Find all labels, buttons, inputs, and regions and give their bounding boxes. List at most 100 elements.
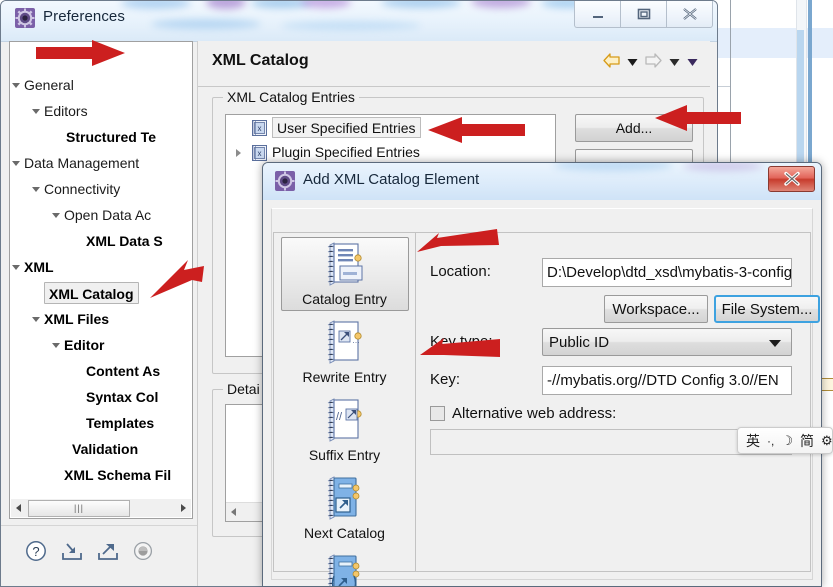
dialog-close-button[interactable] — [768, 166, 815, 192]
location-input[interactable]: D:\Develop\dtd_xsd\mybatis-3-config.dt — [542, 258, 792, 287]
entry-form: Location: D:\Develop\dtd_xsd\mybatis-3-c… — [415, 232, 820, 572]
aero-smudge — [301, 1, 351, 8]
svg-text:x: x — [258, 124, 262, 133]
tree-item-label: Open Data Ac — [64, 207, 152, 223]
back-dropdown-icon[interactable] — [627, 54, 638, 72]
expand-arrow-icon[interactable] — [32, 109, 40, 114]
page-title: XML Catalog — [212, 52, 309, 69]
tree-item-label: Templates — [86, 415, 155, 431]
aero-smudge — [206, 1, 246, 9]
scroll-left-icon[interactable] — [11, 500, 27, 516]
sidebar-item-open-data-ac[interactable]: Open Data Ac — [10, 202, 192, 228]
sidebar-item-content-as[interactable]: Content As — [10, 358, 192, 384]
scrollbar-thumb[interactable]: ||| — [28, 499, 130, 517]
key-input[interactable]: -//mybatis.org//DTD Config 3.0//EN — [542, 366, 792, 395]
entry-type-list[interactable]: Catalog Entry … Rewrite Entry // Suffix Entr… — [273, 232, 415, 586]
ime-mode-label[interactable]: 英 — [746, 431, 760, 451]
chevron-down-icon — [769, 340, 781, 347]
sidebar-item-connectivity[interactable]: Connectivity — [10, 176, 192, 202]
svg-text:x: x — [258, 149, 262, 158]
sidebar-item-validation[interactable]: Validation — [10, 436, 192, 462]
ime-toolbar[interactable]: 英 ·, ☽ 简 ⚙ — [737, 427, 833, 454]
desktop-highlight-band — [716, 28, 833, 58]
tree-item-label: General — [24, 77, 74, 93]
annotation-arrow-catalog — [150, 260, 204, 298]
alternative-web-address-checkbox[interactable] — [430, 406, 445, 421]
maximize-button[interactable] — [620, 1, 667, 28]
gear-icon — [275, 171, 295, 191]
export-icon[interactable] — [97, 540, 119, 567]
annotation-arrow-filter — [36, 40, 125, 66]
entry-type-rewrite-entry[interactable]: … Rewrite Entry — [281, 315, 409, 389]
key-label: Key: — [430, 371, 461, 388]
location-label: Location: — [430, 263, 491, 280]
rewrite-entry-icon: … — [324, 320, 366, 367]
file-system-button[interactable]: File System... — [714, 295, 820, 323]
entry-type-delegate-catalog[interactable] — [281, 549, 409, 586]
sidebar-item-editor[interactable]: Editor — [10, 332, 192, 358]
sidebar-item-syntax-col[interactable]: Syntax Col — [10, 384, 192, 410]
page-nav-icons — [603, 53, 698, 73]
entry-type-label: Catalog Entry — [302, 291, 387, 307]
sidebar-item-general[interactable]: General — [10, 72, 192, 98]
expand-arrow-icon[interactable] — [12, 265, 20, 270]
expand-arrow-icon[interactable] — [12, 161, 20, 166]
moon-icon[interactable]: ☽ — [781, 433, 793, 449]
forward-icon[interactable] — [645, 53, 662, 73]
ime-script-label[interactable]: 简 — [800, 431, 814, 451]
entry-type-next-catalog[interactable]: Next Catalog — [281, 471, 409, 545]
dialog-title: Add XML Catalog Element — [303, 171, 480, 188]
sidebar-item-structured-te[interactable]: Structured Te — [10, 124, 192, 150]
screen: Preferences General Editors Structured T… — [0, 0, 833, 587]
gear-icon[interactable]: ⚙ — [821, 433, 833, 449]
page-header: XML Catalog — [198, 41, 710, 87]
expand-arrow-icon[interactable] — [236, 149, 241, 157]
delegate-catalog-icon — [324, 554, 366, 586]
import-icon[interactable] — [61, 540, 83, 567]
scroll-left-icon[interactable] — [226, 504, 242, 520]
add-xml-catalog-element-dialog: Add XML Catalog Element Catalog Entry … Re… — [262, 162, 822, 587]
sidebar-item-xml-data-s[interactable]: XML Data S — [10, 228, 192, 254]
group-label: XML Catalog Entries — [223, 89, 359, 105]
restore-defaults-icon[interactable] — [133, 541, 153, 566]
entry-type-suffix-entry[interactable]: // Suffix Entry — [281, 393, 409, 467]
tree-item-label: XML Files — [44, 311, 110, 327]
close-button[interactable] — [666, 1, 713, 28]
alternative-web-address-row[interactable]: Alternative web address: — [430, 405, 616, 422]
annotation-arrow-entries — [428, 117, 525, 143]
back-icon[interactable] — [603, 53, 620, 73]
expand-arrow-icon[interactable] — [12, 83, 20, 88]
sidebar-item-editors[interactable]: Editors — [10, 98, 192, 124]
sidebar-item-templates[interactable]: Templates — [10, 410, 192, 436]
sidebar-item-xml-schema-fil[interactable]: XML Schema Fil — [10, 462, 192, 487]
expand-arrow-icon[interactable] — [52, 213, 60, 218]
entry-type-items[interactable]: Catalog Entry … Rewrite Entry // Suffix Entr… — [274, 237, 415, 586]
view-menu-icon[interactable] — [687, 54, 698, 72]
scroll-right-icon[interactable] — [175, 500, 191, 516]
desktop-small-icon — [821, 378, 833, 391]
preferences-titlebar[interactable]: Preferences — [1, 1, 717, 42]
expand-arrow-icon[interactable] — [32, 187, 40, 192]
key-type-select[interactable]: Public ID — [542, 328, 792, 356]
workspace-button[interactable]: Workspace... — [604, 295, 708, 323]
forward-dropdown-icon[interactable] — [669, 54, 680, 72]
sidebar-item-data-management[interactable]: Data Management — [10, 150, 192, 176]
dialog-titlebar[interactable]: Add XML Catalog Element — [263, 163, 821, 201]
entry-type-label: Suffix Entry — [308, 447, 381, 463]
dialog-body: Catalog Entry … Rewrite Entry // Suffix Entr… — [263, 200, 821, 586]
minimize-button[interactable] — [574, 1, 621, 28]
expand-arrow-icon[interactable] — [32, 317, 40, 322]
aero-smudge — [471, 1, 531, 8]
key-type-value: Public ID — [549, 333, 610, 351]
tree-horizontal-scrollbar[interactable]: ||| — [11, 499, 191, 517]
punctuation-icon[interactable]: ·, — [767, 434, 774, 448]
annotation-arrow-add — [655, 105, 741, 131]
tree-item-label: Syntax Col — [86, 389, 159, 405]
annotation-arrow-key — [420, 338, 500, 357]
expand-arrow-icon[interactable] — [52, 343, 60, 348]
help-icon[interactable]: ? — [25, 540, 47, 567]
sidebar-item-xml-files[interactable]: XML Files — [10, 306, 192, 332]
entry-type-catalog-entry[interactable]: Catalog Entry — [280, 237, 409, 311]
aero-smudge — [381, 1, 461, 8]
tree-item-label: XML Catalog — [44, 282, 139, 304]
